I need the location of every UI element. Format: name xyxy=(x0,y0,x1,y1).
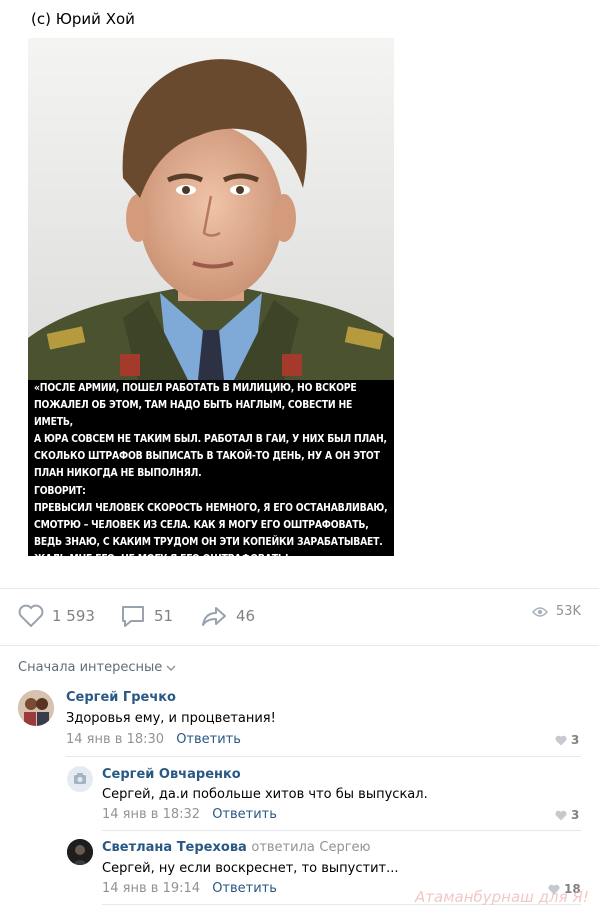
post-caption: (с) Юрий Хой xyxy=(31,10,135,28)
divider xyxy=(0,588,599,589)
heart-icon xyxy=(555,735,567,745)
image-quote-text: «ПОСЛЕ АРМИИ, ПОШЕЛ РАБОТАТЬ В МИЛИЦИЮ, … xyxy=(34,382,388,556)
comment-author-name[interactable]: Светлана Терехова xyxy=(102,840,247,855)
portrait-image xyxy=(28,38,394,380)
reply-button[interactable]: Ответить xyxy=(176,732,241,747)
comment-date[interactable]: 14 янв в 19:14 xyxy=(102,881,200,896)
user-photo xyxy=(67,839,93,865)
like-button[interactable]: 1 593 xyxy=(18,604,95,628)
post-photo[interactable]: «ПОСЛЕ АРМИИ, ПОШЕЛ РАБОТАТЬ В МИЛИЦИЮ, … xyxy=(28,38,394,556)
eye-icon xyxy=(531,606,548,617)
heart-icon xyxy=(18,604,44,628)
comment-text: Здоровья ему, и процветания! xyxy=(66,711,276,726)
replied-label: ответила xyxy=(251,840,315,855)
share-button[interactable]: 46 xyxy=(200,604,255,628)
comment-sort-dropdown[interactable]: Сначала интересные xyxy=(18,660,176,675)
camera-icon xyxy=(74,773,86,784)
divider xyxy=(102,830,581,831)
user-photo xyxy=(18,690,54,726)
replied-to-link[interactable]: Сергею xyxy=(319,840,370,855)
comment-like-count: 3 xyxy=(571,733,580,747)
comment-count: 51 xyxy=(154,607,174,625)
comment-meta: 14 янв в 19:14 Ответить xyxy=(102,881,277,896)
avatar[interactable] xyxy=(18,690,54,726)
reply-button[interactable]: Ответить xyxy=(212,881,277,896)
comment-like-button[interactable]: 3 xyxy=(555,733,579,747)
comment-text: Сергей, да.и побольше хитов что бы выпус… xyxy=(102,787,428,802)
comment-meta: 14 янв в 18:30 Ответить xyxy=(66,732,241,747)
avatar[interactable] xyxy=(67,766,93,792)
divider xyxy=(66,756,581,757)
sort-label: Сначала интересные xyxy=(18,660,163,675)
comment-author: Светлана Терехова ответила Сергею xyxy=(102,840,370,855)
divider xyxy=(0,645,599,646)
watermark: Атаманбурнаш для Я! xyxy=(415,888,589,906)
comment-author[interactable]: Сергей Гречко xyxy=(66,690,176,705)
like-count: 1 593 xyxy=(52,607,95,625)
comment-like-button[interactable]: 3 xyxy=(555,808,579,822)
avatar[interactable] xyxy=(67,839,93,865)
chevron-down-icon xyxy=(166,665,176,671)
reply-button[interactable]: Ответить xyxy=(212,807,277,822)
comment-icon xyxy=(122,606,144,627)
comment-date[interactable]: 14 янв в 18:30 xyxy=(66,732,164,747)
heart-icon xyxy=(555,810,567,820)
comment-date[interactable]: 14 янв в 18:32 xyxy=(102,807,200,822)
comment-author[interactable]: Сергей Овчаренко xyxy=(102,767,241,782)
comment-like-count: 3 xyxy=(571,808,580,822)
share-icon xyxy=(202,607,226,626)
comment-text: Сергей, ну если воскреснет, то выпустит.… xyxy=(102,861,399,876)
views-counter: 53K xyxy=(531,604,581,619)
post-actions: 1 593 51 46 53K xyxy=(18,604,581,632)
share-count: 46 xyxy=(236,607,256,625)
views-count: 53K xyxy=(555,604,581,619)
comment-button[interactable]: 51 xyxy=(120,604,173,628)
comment-meta: 14 янв в 18:32 Ответить xyxy=(102,807,277,822)
